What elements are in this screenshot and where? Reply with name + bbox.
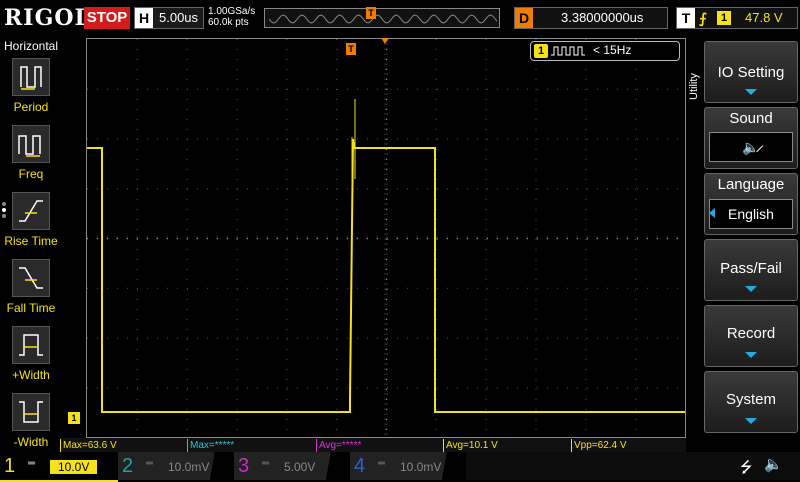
channel-scale: 10.0mV <box>400 460 442 474</box>
sound-button[interactable]: Sound 🔈̷ <box>704 107 798 169</box>
sound-label: Sound <box>729 110 773 127</box>
measure-negative-width-button[interactable]: -Width <box>0 393 62 455</box>
chevron-down-icon <box>745 418 757 424</box>
fall-time-label: Fall Time <box>6 301 56 315</box>
measurement-text: Max=***** <box>190 440 235 451</box>
dc-coupling-icon: ═ <box>262 458 270 469</box>
record-button[interactable]: Record <box>704 305 798 367</box>
channel-number: 1 <box>4 455 16 477</box>
channel-4-tab[interactable]: 4 ═ 10.0mV <box>350 452 466 480</box>
freq-label: Freq <box>18 167 44 181</box>
timebase-value: 5.00us <box>159 10 199 25</box>
waveform-display-area[interactable] <box>86 38 686 438</box>
measurement-item[interactable]: Avg=***** <box>316 439 442 452</box>
menu-section-label: Utility <box>688 73 700 100</box>
chevron-down-icon <box>745 286 757 292</box>
ch1-ground-marker[interactable]: 1 <box>68 412 80 424</box>
language-value: English <box>728 206 774 222</box>
delay-display[interactable]: D 3.38000000us <box>514 7 668 29</box>
freq-channel: 1 <box>534 44 548 58</box>
graticule <box>86 38 685 435</box>
chevron-left-icon <box>709 208 715 218</box>
language-label: Language <box>717 176 785 193</box>
io-setting-label: IO Setting <box>717 64 785 81</box>
speaker-muted-icon: 🔈 <box>764 456 783 473</box>
measure-fall-time-button[interactable]: Fall Time <box>0 259 62 321</box>
measurement-text: Avg=10.1 V <box>446 440 498 451</box>
sample-rate: 1.00GSa/s <box>208 6 256 17</box>
chevron-down-icon <box>745 352 757 358</box>
positive-width-label: +Width <box>12 368 50 382</box>
channel-number: 4 <box>354 455 366 477</box>
run-stop-status[interactable]: STOP <box>84 7 130 29</box>
rising-edge-icon: ⨍ <box>699 10 707 26</box>
channel-scale: 10.0mV <box>168 460 210 474</box>
trigger-display[interactable]: T ⨍ 1 47.8 V <box>676 7 798 29</box>
channel-scale: 5.00V <box>284 460 316 474</box>
rigol-logo: RIGOL <box>4 5 91 31</box>
trigger-position-marker[interactable]: T <box>366 7 376 19</box>
speaker-muted-icon: 🔈̷ <box>709 132 793 162</box>
measurement-item[interactable]: Max=***** <box>187 439 315 452</box>
period-label: Period <box>13 100 49 114</box>
freq-value: < 15Hz <box>593 43 632 57</box>
timebase-key: H <box>135 8 153 28</box>
measurement-item[interactable]: Avg=10.1 V <box>443 439 570 452</box>
system-label: System <box>725 391 776 408</box>
trigger-key: T <box>677 8 695 28</box>
pass-fail-button[interactable]: Pass/Fail <box>704 239 798 301</box>
pass-fail-label: Pass/Fail <box>720 260 782 277</box>
measurement-item[interactable]: Max=63.6 V <box>60 439 186 452</box>
rise-time-icon <box>12 192 50 230</box>
center-time-marker <box>381 38 389 44</box>
period-icon <box>12 58 50 96</box>
measure-period-button[interactable]: Period <box>0 58 62 120</box>
dc-coupling-icon: ═ <box>28 458 36 469</box>
freq-icon <box>12 125 50 163</box>
square-wave-icon <box>551 46 585 56</box>
negative-width-label: -Width <box>13 435 49 449</box>
language-button[interactable]: Language English <box>704 173 798 235</box>
memory-overview-strip <box>264 8 500 28</box>
delay-key: D <box>515 8 533 28</box>
chevron-down-icon <box>745 89 757 95</box>
language-value-field: English <box>709 199 793 229</box>
channel-2-tab[interactable]: 2 ═ 10.0mV <box>118 452 234 480</box>
measure-positive-width-button[interactable]: +Width <box>0 326 62 388</box>
measure-rise-time-button[interactable]: Rise Time <box>0 192 62 254</box>
negative-width-icon <box>12 393 50 431</box>
channel-3-tab[interactable]: 3 ═ 5.00V <box>234 452 350 480</box>
dc-coupling-icon: ═ <box>378 458 386 469</box>
system-button[interactable]: System <box>704 371 798 433</box>
channel-scale: 10.0V <box>50 460 98 474</box>
measure-freq-button[interactable]: Freq <box>0 125 62 187</box>
fall-time-icon <box>12 259 50 297</box>
left-scroll-dots <box>0 200 8 224</box>
trigger-source: 1 <box>717 11 731 25</box>
channel-1-tab[interactable]: 1 ═ 10.0V <box>0 452 118 482</box>
panel-title: Horizontal <box>3 39 59 53</box>
measurement-text: Max=63.6 V <box>63 440 117 451</box>
waveform-overview-graphic <box>269 14 497 24</box>
trigger-time-marker[interactable]: T <box>346 43 356 55</box>
channel-number: 2 <box>122 455 134 477</box>
delay-value: 3.38000000us <box>561 10 644 25</box>
frequency-counter-badge: 1 < 15Hz <box>530 41 680 61</box>
trigger-level: 47.8 V <box>745 10 783 25</box>
io-setting-button[interactable]: IO Setting <box>704 41 798 103</box>
record-label: Record <box>726 325 776 342</box>
acquisition-info: 1.00GSa/s 60.0k pts <box>208 6 255 28</box>
measurement-item[interactable]: Vpp=62.4 V <box>571 439 686 452</box>
measurement-text: Avg=***** <box>319 440 362 451</box>
rise-time-label: Rise Time <box>4 234 58 248</box>
memory-depth: 60.0k pts <box>208 17 249 28</box>
usb-icon: ⭍ <box>740 459 753 476</box>
channel-number: 3 <box>238 455 250 477</box>
positive-width-icon <box>12 326 50 364</box>
measurement-text: Vpp=62.4 V <box>574 440 627 451</box>
dc-coupling-icon: ═ <box>146 458 154 469</box>
timebase-display[interactable]: H 5.00us <box>134 7 204 29</box>
